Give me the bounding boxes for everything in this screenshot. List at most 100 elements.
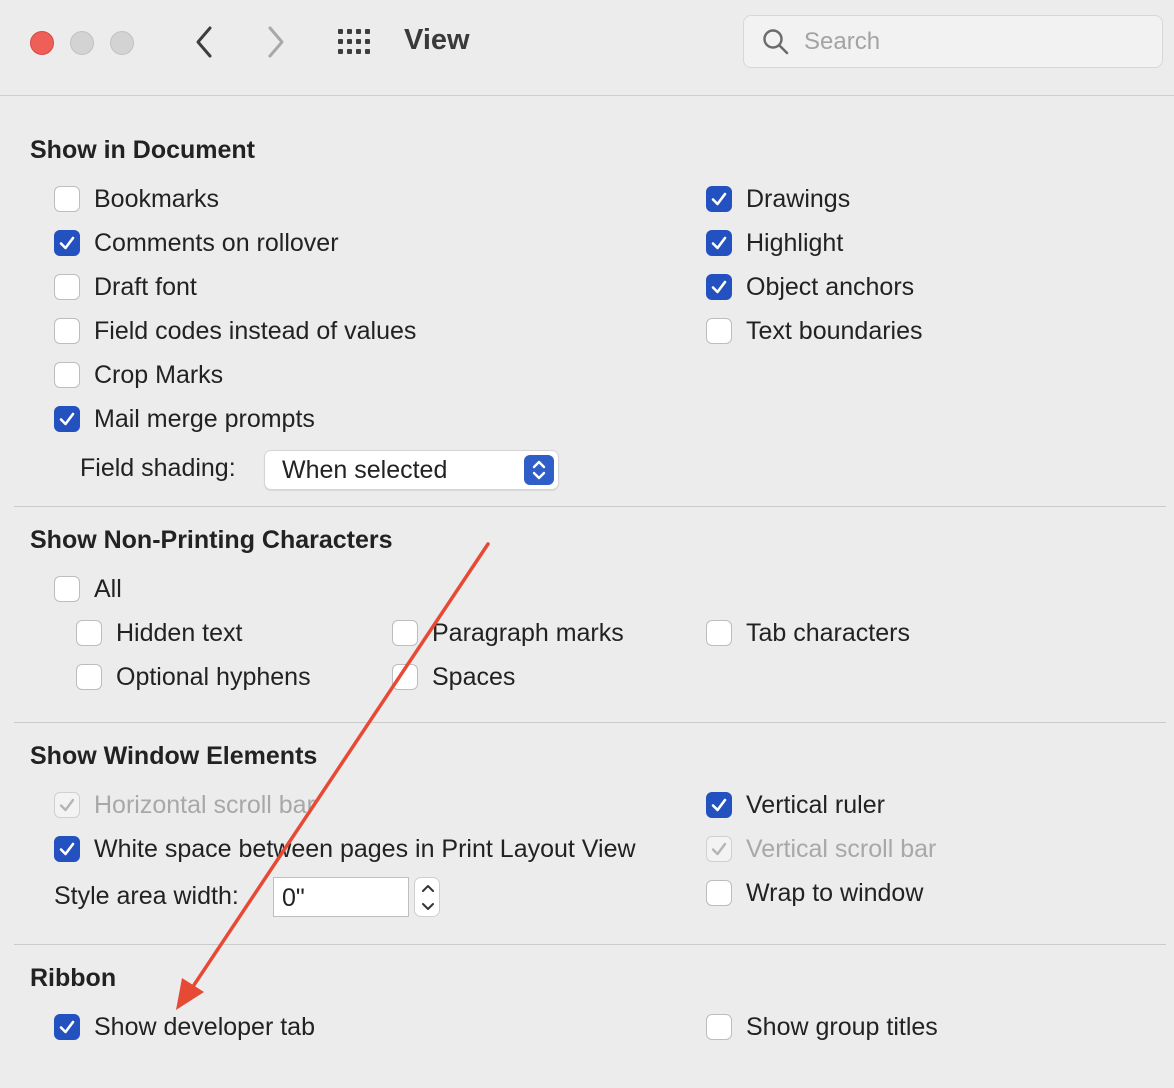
section-title-ribbon: Ribbon bbox=[30, 964, 117, 992]
show-developer-tab-checkbox[interactable]: Show developer tab bbox=[54, 1010, 315, 1044]
section-title-non-printing: Show Non-Printing Characters bbox=[30, 526, 393, 554]
grid-icon bbox=[338, 29, 370, 54]
comments-on-rollover-checkbox[interactable]: Comments on rollover bbox=[54, 226, 339, 260]
checkbox-box[interactable] bbox=[76, 664, 102, 690]
checkbox-box bbox=[706, 836, 732, 862]
checkbox-box[interactable] bbox=[54, 186, 80, 212]
checkbox-label: Vertical scroll bar bbox=[746, 834, 937, 863]
section-divider bbox=[14, 944, 1166, 945]
checkbox-label: Object anchors bbox=[746, 272, 915, 301]
field-shading-label: Field shading: bbox=[80, 454, 236, 482]
checkbox-label: Highlight bbox=[746, 228, 844, 257]
checkbox-label: White space between pages in Print Layou… bbox=[94, 834, 636, 863]
checkbox-label: Hidden text bbox=[116, 618, 243, 647]
checkbox-label: Optional hyphens bbox=[116, 662, 311, 691]
field-shading-select[interactable]: When selected bbox=[264, 450, 559, 490]
checkbox-box[interactable] bbox=[54, 318, 80, 344]
window-title: View bbox=[404, 24, 470, 56]
spaces-checkbox[interactable]: Spaces bbox=[392, 660, 515, 694]
checkbox-box[interactable] bbox=[706, 880, 732, 906]
section-divider bbox=[14, 722, 1166, 723]
object-anchors-checkbox[interactable]: Object anchors bbox=[706, 270, 914, 304]
vertical-scroll-bar-checkbox: Vertical scroll bar bbox=[706, 832, 936, 866]
checkbox-box[interactable] bbox=[706, 230, 732, 256]
checkbox-label: Mail merge prompts bbox=[94, 404, 315, 433]
checkbox-label: Spaces bbox=[432, 662, 516, 691]
checkbox-label: Tab characters bbox=[746, 618, 910, 647]
checkbox-label: Show group titles bbox=[746, 1012, 938, 1041]
field-shading-value: When selected bbox=[282, 456, 448, 484]
checkbox-box[interactable] bbox=[706, 274, 732, 300]
search-icon bbox=[763, 29, 789, 55]
checkbox-label: Crop Marks bbox=[94, 360, 224, 389]
checkbox-box[interactable] bbox=[392, 664, 418, 690]
checkbox-box[interactable] bbox=[706, 318, 732, 344]
draft-font-checkbox[interactable]: Draft font bbox=[54, 270, 197, 304]
checkbox-label: All bbox=[94, 574, 122, 603]
stepper-arrows-icon bbox=[422, 885, 434, 910]
vertical-ruler-checkbox[interactable]: Vertical ruler bbox=[706, 788, 885, 822]
zoom-window-button[interactable] bbox=[110, 31, 134, 55]
section-title-show-in-document: Show in Document bbox=[30, 136, 255, 164]
style-area-width-stepper[interactable] bbox=[414, 877, 440, 917]
chevron-right-icon bbox=[268, 26, 284, 58]
crop-marks-checkbox[interactable]: Crop Marks bbox=[54, 358, 223, 392]
show-group-titles-checkbox[interactable]: Show group titles bbox=[706, 1010, 938, 1044]
paragraph-marks-checkbox[interactable]: Paragraph marks bbox=[392, 616, 624, 650]
section-divider bbox=[14, 506, 1166, 507]
wrap-to-window-checkbox[interactable]: Wrap to window bbox=[706, 876, 923, 910]
checkbox-label: Text boundaries bbox=[746, 316, 923, 345]
checkbox-label: Show developer tab bbox=[94, 1012, 315, 1041]
search-input[interactable] bbox=[802, 24, 1146, 60]
checkbox-box[interactable] bbox=[54, 362, 80, 388]
checkbox-label: Wrap to window bbox=[746, 878, 924, 907]
back-button[interactable] bbox=[184, 24, 224, 60]
checkbox-box[interactable] bbox=[706, 1014, 732, 1040]
checkbox-label: Paragraph marks bbox=[432, 618, 624, 647]
hidden-text-checkbox[interactable]: Hidden text bbox=[76, 616, 242, 650]
white-space-between-pages-checkbox[interactable]: White space between pages in Print Layou… bbox=[54, 832, 636, 866]
checkbox-box[interactable] bbox=[54, 230, 80, 256]
forward-button[interactable] bbox=[256, 24, 296, 60]
style-area-width-label: Style area width: bbox=[54, 882, 239, 910]
optional-hyphens-checkbox[interactable]: Optional hyphens bbox=[76, 660, 311, 694]
checkbox-box[interactable] bbox=[706, 620, 732, 646]
checkbox-box[interactable] bbox=[54, 274, 80, 300]
checkbox-label: Drawings bbox=[746, 184, 851, 213]
checkbox-box[interactable] bbox=[706, 792, 732, 818]
checkbox-box[interactable] bbox=[392, 620, 418, 646]
drawings-checkbox[interactable]: Drawings bbox=[706, 182, 850, 216]
checkbox-label: Horizontal scroll bar bbox=[94, 790, 315, 819]
field-codes-checkbox[interactable]: Field codes instead of values bbox=[54, 314, 416, 348]
mail-merge-prompts-checkbox[interactable]: Mail merge prompts bbox=[54, 402, 315, 436]
highlight-checkbox[interactable]: Highlight bbox=[706, 226, 843, 260]
checkbox-box bbox=[54, 792, 80, 818]
checkbox-box[interactable] bbox=[76, 620, 102, 646]
close-window-button[interactable] bbox=[30, 31, 54, 55]
style-area-width-field[interactable] bbox=[273, 877, 409, 917]
checkbox-label: Comments on rollover bbox=[94, 228, 339, 257]
checkbox-box[interactable] bbox=[54, 406, 80, 432]
checkbox-label: Draft font bbox=[94, 272, 197, 301]
style-area-width-input[interactable] bbox=[280, 882, 404, 914]
checkbox-box[interactable] bbox=[54, 1014, 80, 1040]
checkbox-box[interactable] bbox=[54, 836, 80, 862]
text-boundaries-checkbox[interactable]: Text boundaries bbox=[706, 314, 923, 348]
section-title-window-elements: Show Window Elements bbox=[30, 742, 318, 770]
bookmarks-checkbox[interactable]: Bookmarks bbox=[54, 182, 219, 216]
horizontal-scroll-bar-checkbox: Horizontal scroll bar bbox=[54, 788, 315, 822]
minimize-window-button[interactable] bbox=[70, 31, 94, 55]
all-checkbox[interactable]: All bbox=[54, 572, 122, 606]
title-bar: View bbox=[0, 0, 1174, 96]
chevron-left-icon bbox=[196, 26, 212, 58]
checkbox-box[interactable] bbox=[706, 186, 732, 212]
checkbox-box[interactable] bbox=[54, 576, 80, 602]
show-all-button[interactable] bbox=[336, 25, 376, 61]
preferences-content: Show in Document Bookmarks Comments on r… bbox=[0, 96, 1174, 1082]
checkbox-label: Vertical ruler bbox=[746, 790, 885, 819]
tab-characters-checkbox[interactable]: Tab characters bbox=[706, 616, 910, 650]
search-field[interactable] bbox=[743, 15, 1163, 68]
checkbox-label: Bookmarks bbox=[94, 184, 220, 213]
up-down-arrows-icon bbox=[524, 455, 554, 485]
checkbox-label: Field codes instead of values bbox=[94, 316, 417, 345]
